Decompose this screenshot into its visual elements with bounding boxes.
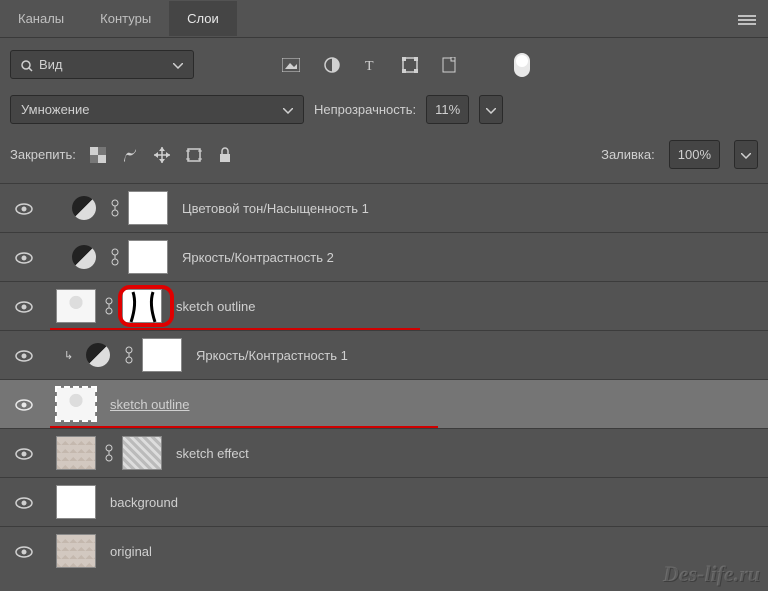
layer-row-hue-sat[interactable]: Цветовой тон/Насыщенность 1	[0, 183, 768, 232]
tab-layers[interactable]: Слои	[169, 1, 237, 36]
view-kind-select[interactable]: Вид	[10, 50, 194, 79]
panel-menu-icon[interactable]	[738, 11, 756, 26]
mask-thumb[interactable]	[128, 191, 168, 225]
lock-artboard-icon[interactable]	[186, 146, 202, 163]
lock-all-icon[interactable]	[218, 146, 232, 163]
opacity-label: Непрозрачность:	[314, 102, 416, 117]
toolbar-row-1: Вид T	[0, 38, 768, 89]
fill-label: Заливка:	[601, 147, 655, 162]
layer-name: sketch outline	[176, 299, 256, 314]
lock-pixels-icon[interactable]	[122, 146, 138, 163]
visibility-toggle[interactable]	[4, 446, 44, 461]
layer-thumb[interactable]	[56, 289, 96, 323]
tab-channels[interactable]: Каналы	[0, 1, 82, 36]
adjustment-icon	[72, 245, 96, 269]
search-icon	[21, 57, 33, 72]
visibility-toggle[interactable]	[4, 495, 44, 510]
opacity-chevron[interactable]	[479, 95, 503, 124]
filter-icons: T	[282, 56, 456, 73]
panel-tabs: Каналы Контуры Слои	[0, 0, 768, 38]
link-icon	[106, 198, 124, 218]
visibility-toggle[interactable]	[4, 250, 44, 265]
layer-thumb[interactable]	[56, 534, 96, 568]
layer-name: Яркость/Контрастность 1	[196, 348, 348, 363]
layer-row-bright-contrast-2[interactable]: Яркость/Контрастность 2	[0, 232, 768, 281]
layer-row-bright-contrast-1[interactable]: ↳ Яркость/Контрастность 1	[0, 330, 768, 379]
layer-thumb[interactable]	[56, 387, 96, 421]
layer-row-sketch-effect[interactable]: sketch effect	[0, 428, 768, 477]
fill-value-select[interactable]: 100%	[669, 140, 720, 169]
layer-row-sketch-outline-2[interactable]: sketch outline	[0, 379, 768, 428]
chevron-down-icon	[283, 102, 293, 117]
clip-indicator-icon: ↳	[64, 349, 78, 362]
mask-thumb[interactable]	[128, 240, 168, 274]
layer-row-original[interactable]: original	[0, 526, 768, 575]
filter-pixel-icon[interactable]	[282, 56, 300, 73]
visibility-toggle[interactable]	[4, 348, 44, 363]
layer-row-background[interactable]: background	[0, 477, 768, 526]
layer-thumb[interactable]	[56, 485, 96, 519]
opacity-value-select[interactable]: 11%	[426, 95, 469, 124]
fill-value: 100%	[678, 147, 711, 162]
opacity-value: 11%	[435, 102, 460, 117]
link-icon	[100, 443, 118, 463]
filter-smart-icon[interactable]	[442, 56, 456, 73]
mask-thumb[interactable]	[122, 436, 162, 470]
chevron-down-icon	[173, 57, 183, 72]
layer-name: Яркость/Контрастность 2	[182, 250, 334, 265]
artboard-toggle[interactable]	[514, 53, 530, 77]
lock-position-icon[interactable]	[154, 146, 170, 163]
lock-transparent-icon[interactable]	[90, 146, 106, 163]
visibility-toggle[interactable]	[4, 201, 44, 216]
layer-name: background	[110, 495, 178, 510]
lock-label: Закрепить:	[10, 147, 76, 162]
layers-list: Цветовой тон/Насыщенность 1 Яркость/Конт…	[0, 183, 768, 575]
mask-thumb[interactable]	[122, 289, 162, 323]
layer-name: sketch effect	[176, 446, 249, 461]
layer-name: Цветовой тон/Насыщенность 1	[182, 201, 369, 216]
link-icon	[120, 345, 138, 365]
blend-mode-select[interactable]: Умножение	[10, 95, 304, 124]
watermark: Des-life.ru	[663, 561, 760, 587]
lock-icons	[90, 146, 232, 163]
layer-thumb[interactable]	[56, 436, 96, 470]
filter-type-icon[interactable]: T	[364, 56, 378, 73]
tab-paths[interactable]: Контуры	[82, 1, 169, 36]
visibility-toggle[interactable]	[4, 299, 44, 314]
mask-thumb[interactable]	[142, 338, 182, 372]
svg-text:T: T	[365, 59, 374, 72]
toolbar-row-2: Умножение Непрозрачность: 11%	[0, 89, 768, 134]
layer-name: original	[110, 544, 152, 559]
adjustment-icon	[72, 196, 96, 220]
fill-chevron[interactable]	[734, 140, 758, 169]
blend-mode-value: Умножение	[21, 102, 89, 117]
toolbar-row-3: Закрепить: Заливка: 100%	[0, 134, 768, 183]
filter-shape-icon[interactable]	[402, 56, 418, 73]
visibility-toggle[interactable]	[4, 397, 44, 412]
visibility-toggle[interactable]	[4, 544, 44, 559]
adjustment-icon	[86, 343, 110, 367]
link-icon	[100, 296, 118, 316]
link-icon	[106, 247, 124, 267]
layer-name: sketch outline	[110, 397, 190, 412]
layer-row-sketch-outline-1[interactable]: sketch outline	[0, 281, 768, 330]
filter-adjust-icon[interactable]	[324, 56, 340, 73]
view-label: Вид	[39, 57, 63, 72]
